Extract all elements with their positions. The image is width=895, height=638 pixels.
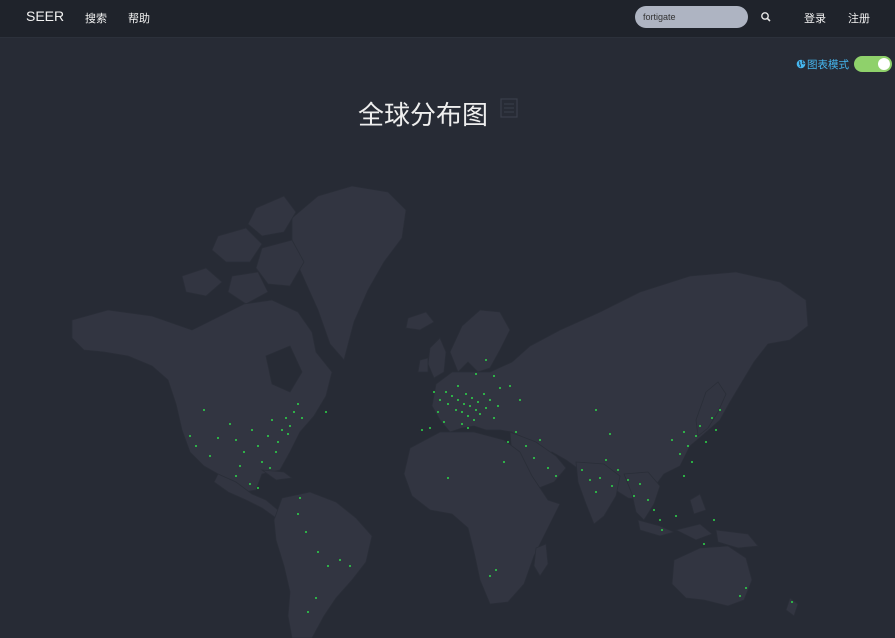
globe-icon xyxy=(796,59,806,69)
login-link[interactable]: 登录 xyxy=(804,10,826,26)
chart-mode-switch[interactable] xyxy=(854,56,892,72)
world-distribution-map xyxy=(71,185,809,638)
switch-knob xyxy=(878,58,890,70)
search-icon[interactable] xyxy=(758,9,774,25)
chart-mode-label: 图表模式 xyxy=(807,59,849,71)
page-title: 全球分布图 xyxy=(358,101,489,131)
top-navbar: SEER 搜索 帮助 登录 注册 xyxy=(0,0,895,38)
download-image-icon[interactable] xyxy=(500,98,518,118)
nav-link-search[interactable]: 搜索 xyxy=(85,10,107,26)
map-land xyxy=(71,185,809,638)
nav-link-help[interactable]: 帮助 xyxy=(128,10,150,26)
brand-logo[interactable]: SEER xyxy=(26,8,64,24)
register-link[interactable]: 注册 xyxy=(848,10,870,26)
search-input[interactable] xyxy=(635,6,748,28)
